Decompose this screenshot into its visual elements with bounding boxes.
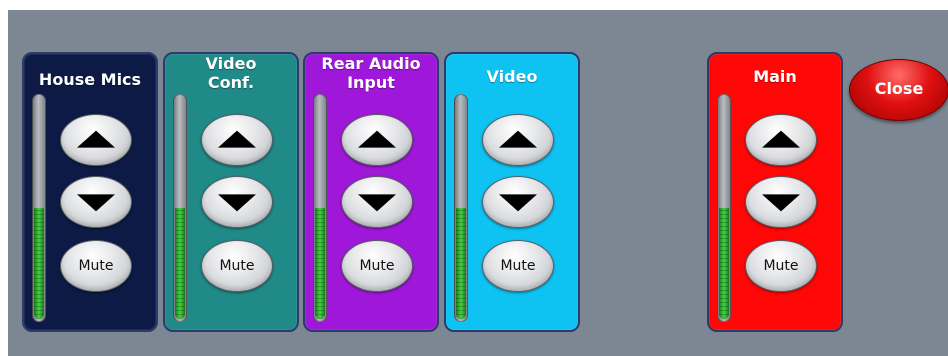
up-arrow-icon <box>218 130 256 148</box>
level-meter-fill <box>315 208 325 319</box>
up-arrow-icon <box>358 130 396 148</box>
up-arrow-icon <box>77 130 115 148</box>
volume-down-button[interactable] <box>60 176 132 228</box>
mute-label: Mute <box>359 258 395 274</box>
level-meter-fill <box>456 208 466 319</box>
level-meter <box>313 94 327 322</box>
strip-title: Video Conf. <box>205 54 257 92</box>
level-meter <box>173 94 187 322</box>
down-arrow-icon <box>358 194 396 212</box>
volume-down-button[interactable] <box>482 176 554 228</box>
up-arrow-icon <box>499 130 537 148</box>
mute-button[interactable]: Mute <box>60 240 132 292</box>
mute-button[interactable]: Mute <box>341 240 413 292</box>
audio-strip-rear-audio-input: Rear Audio Input Mute <box>303 52 439 332</box>
down-arrow-icon <box>218 194 256 212</box>
volume-down-button[interactable] <box>201 176 273 228</box>
down-arrow-icon <box>77 194 115 212</box>
audio-strip-main: Main Mute <box>707 52 843 332</box>
down-arrow-icon <box>499 194 537 212</box>
volume-up-button[interactable] <box>341 114 413 166</box>
level-meter <box>32 94 46 322</box>
level-meter-fill <box>719 208 729 319</box>
strip-title: House Mics <box>38 70 142 89</box>
level-meter-fill <box>34 208 44 319</box>
down-arrow-icon <box>762 194 800 212</box>
mute-button[interactable]: Mute <box>745 240 817 292</box>
audio-strip-video: Video Mute <box>444 52 580 332</box>
mute-button[interactable]: Mute <box>201 240 273 292</box>
strip-title: Main <box>753 67 797 86</box>
level-meter-fill <box>175 208 185 319</box>
mute-label: Mute <box>500 258 536 274</box>
mute-label: Mute <box>763 258 799 274</box>
volume-up-button[interactable] <box>201 114 273 166</box>
volume-down-button[interactable] <box>341 176 413 228</box>
volume-up-button[interactable] <box>745 114 817 166</box>
mute-label: Mute <box>78 258 114 274</box>
close-button[interactable]: Close <box>849 59 948 121</box>
up-arrow-icon <box>762 130 800 148</box>
mute-button[interactable]: Mute <box>482 240 554 292</box>
mute-label: Mute <box>219 258 255 274</box>
level-meter <box>454 94 468 322</box>
audio-strip-house-mics: House Mics Mute <box>22 52 158 332</box>
audio-strip-video-conf: Video Conf. Mute <box>163 52 299 332</box>
volume-down-button[interactable] <box>745 176 817 228</box>
level-meter <box>717 94 731 322</box>
volume-up-button[interactable] <box>482 114 554 166</box>
strip-title: Rear Audio Input <box>321 54 421 92</box>
volume-up-button[interactable] <box>60 114 132 166</box>
strip-title: Video <box>486 67 538 86</box>
